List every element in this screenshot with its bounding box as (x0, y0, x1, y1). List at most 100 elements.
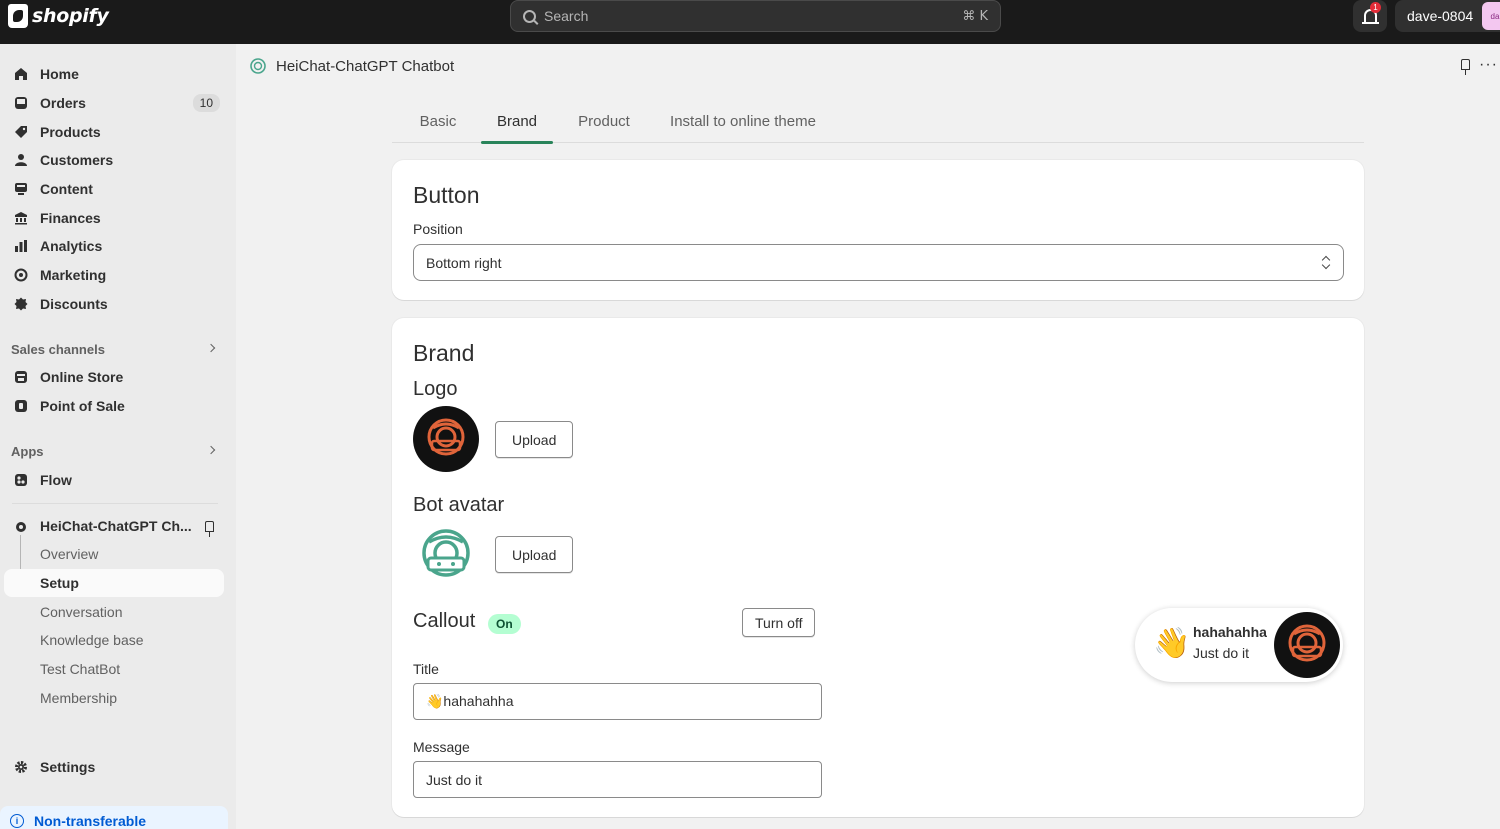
avatar: da (1482, 2, 1500, 30)
sidebar-item-label: Online Store (40, 369, 124, 385)
sidebar-item-label: Orders (40, 95, 86, 111)
sidebar-item-heichat[interactable]: HeiChat-ChatGPT Ch... (4, 512, 224, 540)
sidebar-subitem-overview[interactable]: Overview (4, 540, 224, 568)
sidebar-item-online-store[interactable]: Online Store (4, 363, 224, 391)
position-label: Position (413, 221, 463, 237)
sidebar-item-marketing[interactable]: Marketing (4, 261, 224, 289)
position-select[interactable]: Bottom right (413, 244, 1344, 281)
callout-message-label: Message (413, 739, 470, 755)
sidebar-item-discounts[interactable]: Discounts (4, 290, 224, 318)
sidebar-subitem-knowledge-base[interactable]: Knowledge base (4, 626, 224, 654)
tag-icon (13, 125, 28, 140)
preview-message: Just do it (1193, 645, 1250, 661)
sidebar-item-analytics[interactable]: Analytics (4, 232, 224, 260)
search-placeholder: Search (544, 8, 589, 24)
sidebar-item-home[interactable]: Home (4, 60, 224, 88)
callout-title-label: Title (413, 661, 439, 677)
callout-message-value: Just do it (426, 771, 483, 788)
home-icon (13, 67, 28, 82)
shopify-logo[interactable]: shopify (8, 4, 109, 28)
brand-card-title: Brand (413, 340, 475, 366)
heichat-logo-icon (250, 58, 266, 74)
sidebar-item-settings[interactable]: Settings (4, 753, 224, 781)
page-title: HeiChat-ChatGPT Chatbot (276, 57, 455, 75)
callout-status-badge: On (488, 614, 521, 634)
bot-avatar-preview-image (422, 529, 470, 577)
tab-basic[interactable]: Basic (408, 100, 468, 143)
avatar-upload-button[interactable]: Upload (495, 536, 574, 573)
button-card-title: Button (413, 182, 480, 208)
button-settings-card: Button Position Bottom right (392, 160, 1364, 300)
pos-icon (13, 399, 28, 414)
tab-bar: Basic Brand Product Install to online th… (392, 100, 1364, 144)
more-actions-icon[interactable]: ··· (1479, 56, 1498, 74)
discount-icon (13, 297, 28, 312)
sidebar-subitem-test-chatbot[interactable]: Test ChatBot (4, 655, 224, 683)
sidebar-item-label: Flow (40, 472, 72, 488)
waving-hand-icon: 👋 (1153, 627, 1191, 660)
sidebar-item-orders[interactable]: Orders 10 (4, 89, 224, 117)
callout-title-value: 👋hahahahha (426, 693, 514, 709)
sidebar-item-label: Discounts (40, 296, 108, 312)
shopify-bag-icon (8, 4, 28, 28)
sidebar-subitem-setup[interactable]: Setup (4, 569, 224, 597)
callout-title-input[interactable]: 👋hahahahha (413, 683, 822, 720)
sidebar-item-label: Home (40, 66, 79, 82)
callout-preview: 👋 hahahahha Just do it (1135, 608, 1343, 682)
notifications-button[interactable]: 1 (1353, 0, 1387, 32)
sidebar-item-point-of-sale[interactable]: Point of Sale (4, 392, 224, 420)
sidebar-item-label: Products (40, 124, 101, 140)
sidebar-item-label: Analytics (40, 238, 103, 254)
bot-avatar-heading: Bot avatar (413, 494, 505, 516)
callout-message-input[interactable]: Just do it (413, 761, 822, 798)
notice-label: Non-transferable (34, 813, 147, 829)
sidebar-item-products[interactable]: Products (4, 118, 224, 146)
gear-icon (13, 760, 28, 775)
brand-wordmark: shopify (32, 5, 109, 27)
sidebar-item-label: Point of Sale (40, 398, 125, 414)
chevron-right-icon[interactable] (206, 343, 216, 353)
callout-turn-off-button[interactable]: Turn off (742, 608, 816, 637)
top-bar: shopify Search ⌘ K 1 dave-0804 da (0, 0, 1500, 44)
sidebar-item-label: Finances (40, 210, 101, 226)
sidebar-item-label: HeiChat-ChatGPT Ch... (40, 518, 192, 534)
chevron-right-icon[interactable] (206, 445, 216, 455)
logo-upload-button[interactable]: Upload (495, 421, 574, 458)
app-header: HeiChat-ChatGPT Chatbot ··· (236, 44, 1500, 88)
inbox-icon (13, 96, 28, 111)
position-value: Bottom right (426, 254, 502, 271)
store-menu-button[interactable]: dave-0804 da (1395, 0, 1500, 32)
pin-icon[interactable] (205, 520, 214, 537)
sidebar-item-customers[interactable]: Customers (4, 146, 224, 174)
tab-product[interactable]: Product (568, 100, 640, 143)
sidebar-item-label: Settings (40, 759, 96, 775)
sidebar: Home Orders 10 Products Customers Conten… (0, 44, 236, 829)
sidebar-subitem-conversation[interactable]: Conversation (4, 598, 224, 626)
tab-install[interactable]: Install to online theme (662, 100, 824, 143)
bank-icon (13, 211, 28, 226)
select-arrows-icon (1321, 255, 1331, 271)
sidebar-item-flow[interactable]: Flow (4, 466, 224, 494)
logo-heading: Logo (413, 378, 458, 400)
sidebar-subitem-membership[interactable]: Membership (4, 684, 224, 712)
heichat-app-icon (13, 519, 28, 534)
bar-chart-icon (13, 239, 28, 254)
info-icon: i (10, 814, 24, 828)
apps-header[interactable]: Apps (11, 444, 44, 459)
preview-logo-image (1274, 612, 1340, 678)
search-shortcut: ⌘ K (962, 8, 988, 24)
sidebar-item-label: Customers (40, 152, 114, 168)
person-icon (13, 153, 28, 168)
sales-channels-header[interactable]: Sales channels (11, 342, 105, 357)
sidebar-divider (12, 503, 218, 504)
preview-title: hahahahha (1193, 624, 1267, 640)
search-input[interactable]: Search ⌘ K (510, 0, 1001, 32)
sidebar-item-finances[interactable]: Finances (4, 204, 224, 232)
tab-brand[interactable]: Brand (481, 100, 553, 144)
callout-heading: Callout (413, 610, 476, 632)
search-icon (523, 9, 536, 23)
logo-preview-image (413, 406, 479, 472)
sidebar-item-content[interactable]: Content (4, 175, 224, 203)
pin-icon[interactable] (1461, 59, 1470, 75)
non-transferable-notice[interactable]: i Non-transferable (0, 806, 228, 829)
